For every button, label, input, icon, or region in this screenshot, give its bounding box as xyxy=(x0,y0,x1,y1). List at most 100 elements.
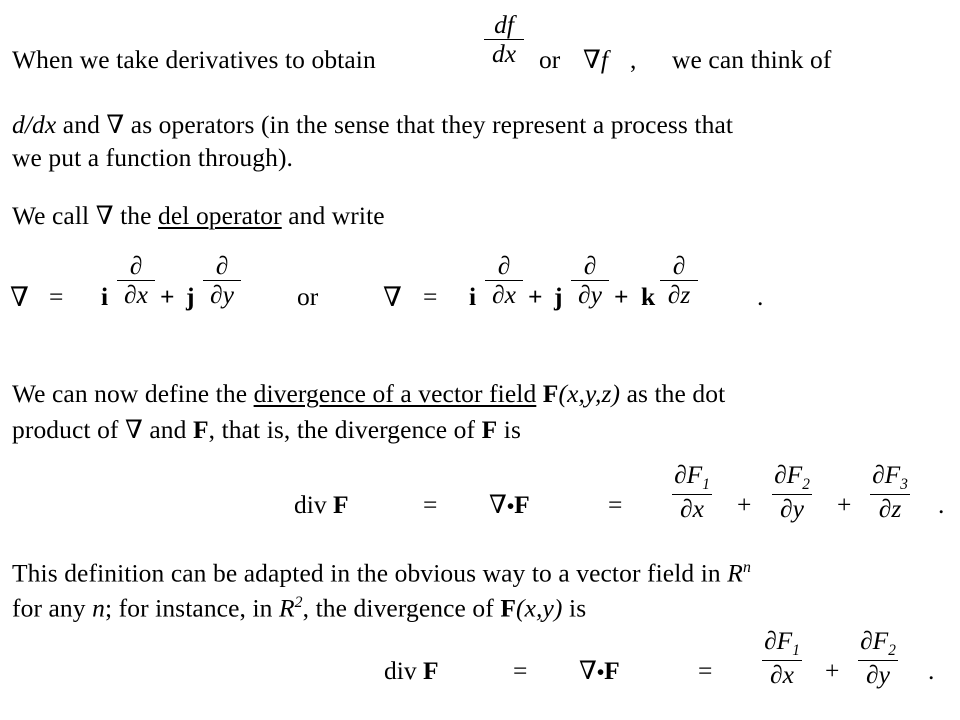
eq-del3d-period: . xyxy=(757,282,764,311)
eq-div2d-term-2-index: 2 xyxy=(888,642,896,660)
eq-del2d-fraction-y-numerator: ∂ xyxy=(215,251,229,280)
eq-div2d-period: . xyxy=(928,656,935,685)
bold-F-2: F xyxy=(192,415,209,444)
eq-del2d-nabla: ∇ xyxy=(10,282,29,312)
eq-div3d-plus-2: + xyxy=(837,490,852,519)
eq-div2d-nabla: ∇ xyxy=(579,656,597,685)
F-arguments-xyz: (x,y,z) xyxy=(558,379,621,408)
eq-del2d-fraction-y-denominator: ∂y xyxy=(210,280,234,309)
paragraph1-line3: we put a function through). xyxy=(12,143,294,172)
eq-del3d-fraction-x: ∂ ∂x xyxy=(485,251,523,309)
paragraph2-after: and write xyxy=(288,201,385,230)
paragraph4-line1: This definition can be adapted in the ob… xyxy=(12,560,751,586)
eq-del3d-equals: = xyxy=(423,282,438,311)
eq-del3d-fraction-z-denominator: ∂z xyxy=(667,280,691,309)
eq-del3d-nabla: ∇ xyxy=(383,282,402,312)
paragraph3-line1: We can now define the divergence of a ve… xyxy=(12,381,725,407)
eq-div2d-equals-1: = xyxy=(513,656,528,685)
fraction-df-dx-numerator: df xyxy=(494,10,514,39)
paragraph4-line2-b: ; for instance, in xyxy=(104,593,273,623)
eq-div3d-div-word: div F xyxy=(294,492,349,518)
n-symbol: n xyxy=(92,593,105,623)
eq-del3d-fraction-x-numerator: ∂ xyxy=(497,251,511,280)
eq-del3d-fraction-z: ∂ ∂z xyxy=(660,251,698,309)
divergence-term: divergence of a vector field xyxy=(253,379,537,408)
eq-del-or-word: or xyxy=(297,282,319,311)
paragraph4-line2-c: , the divergence of xyxy=(302,593,494,623)
eq-div2d-term-1-index: 1 xyxy=(792,642,800,660)
eq-div2d-boldF-2: F xyxy=(604,656,620,685)
eq-div3d-equals-2: = xyxy=(608,490,623,519)
eq-div2d-div-word: div F xyxy=(384,658,439,684)
eq-del2d-fraction-y: ∂ ∂y xyxy=(203,251,241,309)
paragraph1-line1-tail: we can think of xyxy=(672,45,832,74)
eq-div2d-term-2-denominator: ∂y xyxy=(866,659,890,689)
eq-del3d-fraction-z-numerator: ∂ xyxy=(672,251,686,280)
eq-del2d-fraction-x-numerator: ∂ xyxy=(129,251,143,280)
bold-F-3: F xyxy=(481,415,498,444)
eq-div2d-term-2-dF: ∂F xyxy=(860,626,889,655)
del-operator-term: del operator xyxy=(158,201,282,230)
eq-del3d-i-hat: i xyxy=(469,282,477,311)
eq-del3d-plus-1: + xyxy=(528,282,543,311)
eq-del2d-i-hat: i xyxy=(101,282,109,311)
paragraph3-after: as the dot xyxy=(626,379,726,408)
eq-del2d-fraction-x: ∂ ∂x xyxy=(117,251,155,308)
paragraph4-line2: for any n; for instance, in R2, the dive… xyxy=(12,595,586,621)
or-word-1: or xyxy=(539,45,561,74)
fraction-df-dx-denominator: dx xyxy=(491,39,517,68)
eq-div2d-boldF-1: F xyxy=(422,656,439,685)
paragraph3-line2-a: product of ∇ and xyxy=(12,415,187,444)
eq-div3d-term-1-denominator: ∂x xyxy=(680,493,704,523)
eq-div3d-term-2-denominator: ∂y xyxy=(780,493,804,523)
eq-del2d-plus: + xyxy=(160,282,175,311)
eq-div3d-plus-1: + xyxy=(737,490,752,519)
eq-div3d-term-2-index: 2 xyxy=(802,476,810,494)
eq-del2d-j-hat: j xyxy=(186,282,195,311)
R-symbol-1: R xyxy=(727,558,743,588)
eq-div3d-div-label: div xyxy=(294,490,327,519)
eq-div3d-term-1-numerator: ∂F1 xyxy=(672,461,712,493)
eq-del3d-fraction-x-denominator: ∂x xyxy=(492,280,516,309)
eq-div2d-term-1-numerator: ∂F1 xyxy=(762,626,802,660)
nabla-glyph: ∇ xyxy=(583,45,601,74)
eq-div3d-term-3: ∂F3 ∂z xyxy=(870,460,910,523)
slide-page: When we take derivatives to obtain df dx… xyxy=(0,0,960,720)
fraction-df-dx: df dx xyxy=(484,10,524,68)
eq-div2d-term-2-numerator: ∂F2 xyxy=(858,626,898,660)
paragraph4-line2-d: is xyxy=(569,593,587,623)
eq-div3d-nabla-dot-F: ∇•F xyxy=(489,492,530,518)
paragraph3-line2: product of ∇ and F, that is, the diverge… xyxy=(12,417,521,443)
eq-del3d-fraction-y-denominator: ∂y xyxy=(578,280,602,309)
paragraph1-line2-text: and ∇ as operators (in the sense that th… xyxy=(62,110,734,139)
eq-div2d-nabla-dot-F: ∇•F xyxy=(579,658,620,684)
eq-del3d-plus-2: + xyxy=(614,282,629,311)
eq-div3d-term-3-numerator: ∂F3 xyxy=(870,460,910,494)
eq-div3d-nabla: ∇ xyxy=(489,490,507,519)
bold-F-4: F xyxy=(500,593,517,623)
eq-del3d-j-hat: j xyxy=(554,282,563,311)
eq-del3d-fraction-y: ∂ ∂y xyxy=(571,252,609,309)
paragraph4-line2-a: for any xyxy=(12,593,86,623)
eq-div2d-plus-1: + xyxy=(825,656,840,685)
nabla-f-symbol: ∇f xyxy=(583,47,608,73)
eq-div3d-term-1: ∂F1 ∂x xyxy=(672,461,712,523)
eq-div2d-term-1-dF: ∂F xyxy=(764,626,793,655)
eq-div2d-term-1: ∂F1 ∂x xyxy=(762,626,802,689)
eq-div3d-term-2: ∂F2 ∂y xyxy=(772,460,812,523)
d-dx-italic: d/dx xyxy=(12,110,57,139)
paragraph1-line2: d/dx and ∇ as operators (in the sense th… xyxy=(12,112,733,138)
paragraph3-line2-b: , that is, the divergence of xyxy=(208,415,476,444)
paragraph3-line2-c: is xyxy=(503,415,521,444)
eq-div3d-term-3-dF: ∂F xyxy=(872,460,901,489)
eq-div3d-term-2-dF: ∂F xyxy=(774,460,803,489)
eq-div3d-period: . xyxy=(938,490,945,519)
paragraph1-line1-lead: When we take derivatives to obtain xyxy=(12,45,376,74)
R-exponent-n: n xyxy=(742,559,751,576)
eq-div3d-term-2-numerator: ∂F2 xyxy=(772,460,812,494)
eq-div2d-term-1-denominator: ∂x xyxy=(770,659,794,689)
paragraph2-line: We call ∇ the del operator and write xyxy=(12,203,385,229)
eq-div3d-term-3-denominator: ∂z xyxy=(878,493,902,523)
f-glyph: f xyxy=(600,45,608,74)
eq-div3d-term-3-index: 3 xyxy=(900,476,908,494)
